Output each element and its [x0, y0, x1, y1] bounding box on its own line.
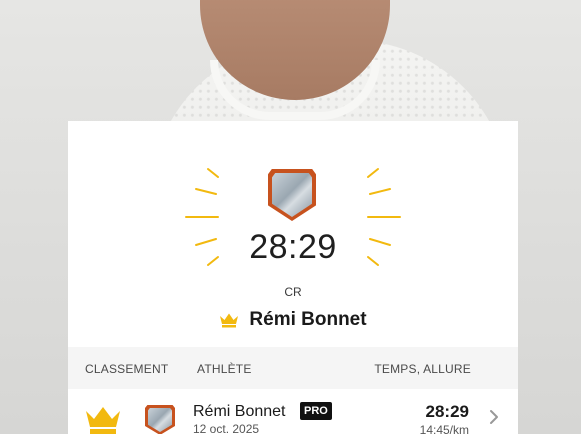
chevron-right-icon[interactable] [488, 409, 500, 425]
effort-date: 12 oct. 2025 [193, 422, 260, 434]
record-holder[interactable]: Rémi Bonnet [68, 308, 518, 332]
leaderboard-row[interactable]: Rémi Bonnet PRO 12 oct. 2025 28:29 14:45… [68, 389, 518, 434]
ray [369, 188, 391, 195]
column-time-pace: TEMPS, ALLURE [374, 362, 471, 376]
column-athlete: ATHLÈTE [197, 362, 252, 376]
effort-time: 28:29 [425, 402, 469, 421]
crown-icon [220, 313, 239, 328]
athlete-name[interactable]: Rémi Bonnet [193, 403, 286, 421]
crown-icon [86, 407, 120, 434]
effort-pace: 14:45/km [419, 423, 469, 434]
record-time: 28:29 [249, 228, 337, 266]
record-label: CR [284, 285, 302, 299]
ray [367, 168, 379, 178]
column-rank: CLASSEMENT [85, 362, 169, 376]
segment-medal-icon [145, 405, 175, 434]
ray [195, 188, 217, 195]
leaderboard-header: CLASSEMENT ATHLÈTE TEMPS, ALLURE [68, 347, 518, 389]
segment-record-card: 28:29 CR Rémi Bonnet CLASSEMENT ATHLÈTE … [68, 121, 518, 434]
record-holder-name: Rémi Bonnet [249, 309, 367, 330]
pro-badge: PRO [300, 402, 332, 420]
medal-image [272, 173, 312, 217]
ray [207, 168, 219, 178]
